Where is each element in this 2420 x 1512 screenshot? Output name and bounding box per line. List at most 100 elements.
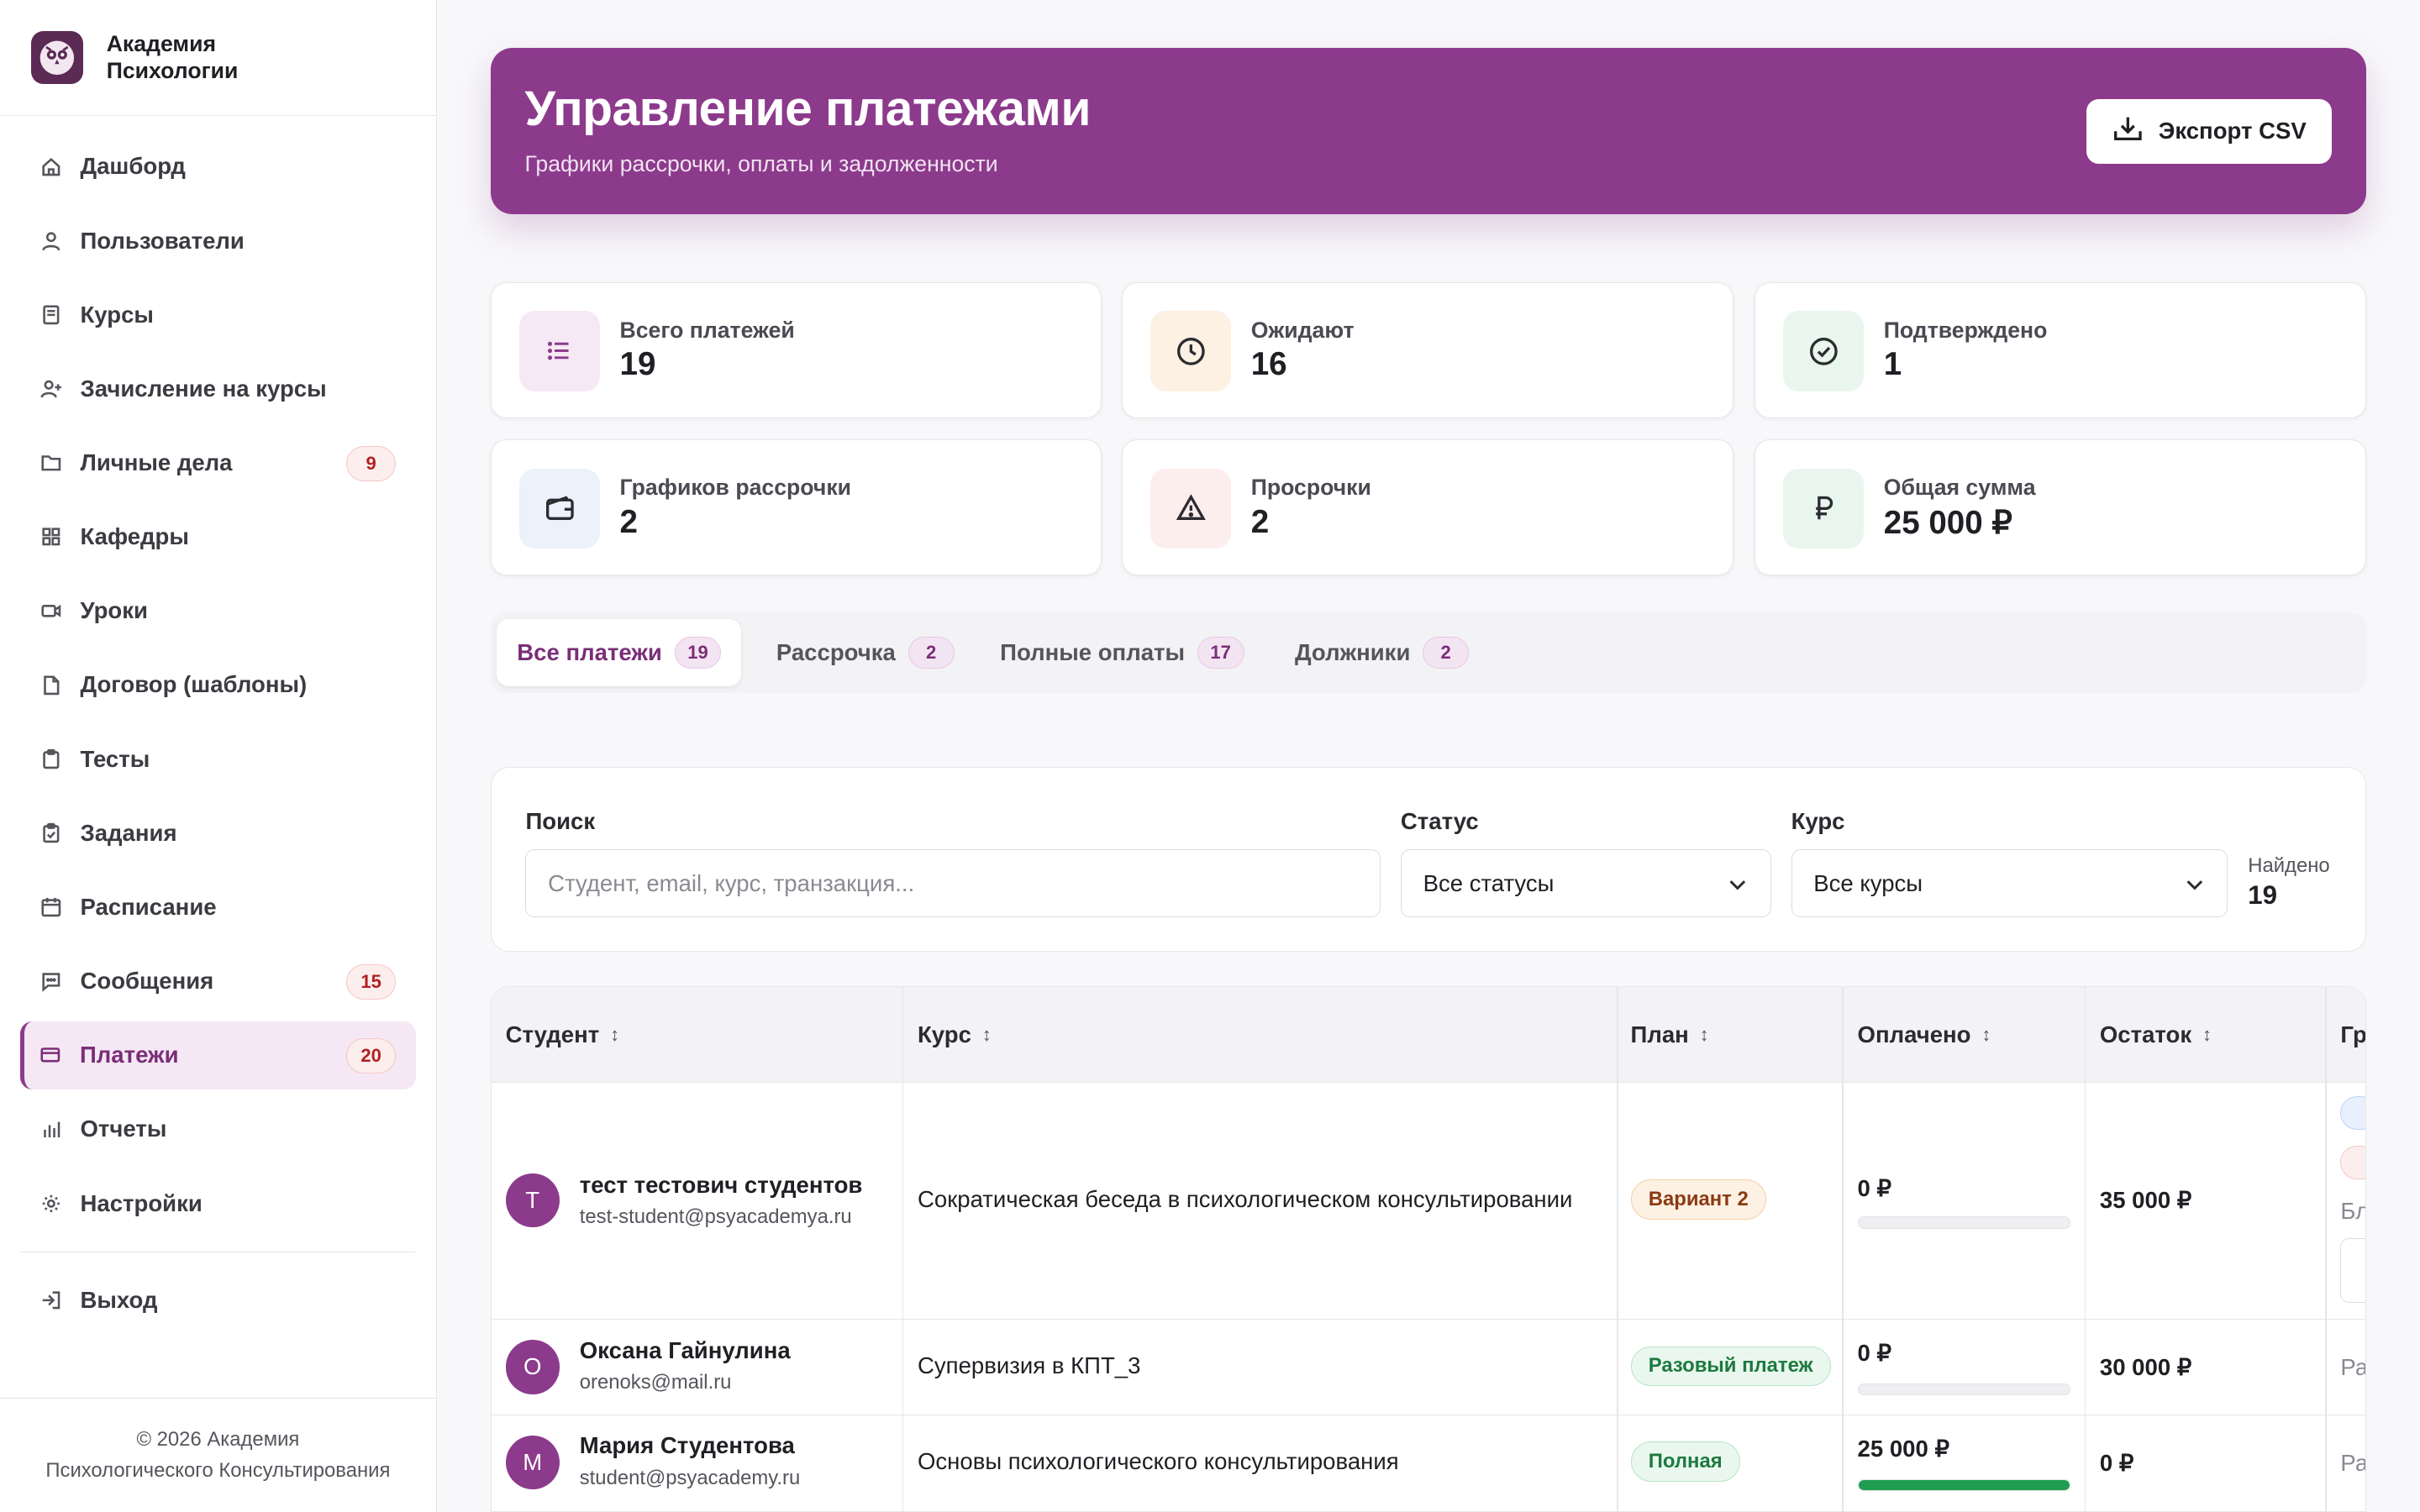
sidebar-item-reports[interactable]: Отчеты xyxy=(20,1095,416,1163)
sidebar-item-dashboard[interactable]: Дашборд xyxy=(20,133,416,201)
column-label: Оплачено xyxy=(1857,1021,1971,1047)
tab-count: 2 xyxy=(1423,636,1470,669)
course-select[interactable]: Все курсы xyxy=(1791,849,2228,917)
tab-installments[interactable]: Рассрочка 2 xyxy=(756,619,975,687)
sidebar-item-label: Отчеты xyxy=(80,1116,167,1142)
plan-badge: Разовый платеж xyxy=(1630,1346,1831,1387)
sidebar-item-users[interactable]: Пользователи xyxy=(20,207,416,275)
sidebar-item-tests[interactable]: Тесты xyxy=(20,725,416,793)
plan-badge: Вариант 2 xyxy=(1630,1179,1766,1220)
clipboard-icon xyxy=(40,748,62,770)
column-label: Гр xyxy=(2340,1021,2366,1047)
paid-progress-bar xyxy=(1857,1478,2070,1492)
sidebar-item-label: Зачисление на курсы xyxy=(80,375,327,402)
plan-badge: Полная xyxy=(1630,1441,1740,1483)
paid-amount: 0 ₽ xyxy=(1857,1340,1892,1367)
column-header-balance[interactable]: Остаток ↕ xyxy=(2086,987,2212,1083)
sidebar-item-label: Расписание xyxy=(80,893,217,920)
tab-label: Рассрочка xyxy=(776,638,896,665)
download-icon xyxy=(2112,114,2144,148)
brand[interactable]: Академия Психологии xyxy=(0,0,436,116)
paid-progress-fill xyxy=(1858,1479,2070,1491)
sidebar-item-settings[interactable]: Настройки xyxy=(20,1169,416,1237)
clock-icon xyxy=(1150,311,1231,391)
table-row[interactable]: М Мария Студентова student@psyacademy.ru… xyxy=(492,1415,2365,1511)
course-name: Супервизия в КПТ_3 xyxy=(917,1352,1141,1378)
folder-icon xyxy=(40,452,62,474)
table-row[interactable]: О Оксана Гайнулина orenoks@mail.ru Супер… xyxy=(492,1320,2365,1416)
sidebar-item-label: Кафедры xyxy=(80,523,189,550)
tab-debtors[interactable]: Должники 2 xyxy=(1275,619,1489,687)
schedule-badge xyxy=(2340,1145,2365,1180)
user-plus-icon xyxy=(40,378,62,400)
chevron-down-icon xyxy=(1727,874,1749,901)
paid-progress-bar xyxy=(1857,1216,2070,1229)
credit-card-icon xyxy=(39,1044,61,1066)
stat-card-total: Всего платежей 19 xyxy=(491,282,1102,418)
sidebar-item-schedule[interactable]: Расписание xyxy=(20,874,416,942)
count-badge: 15 xyxy=(346,963,397,1000)
stat-label: Графиков рассрочки xyxy=(619,474,852,500)
stat-value: 1 xyxy=(1883,346,1902,383)
sidebar-item-personal-files[interactable]: Личные дела 9 xyxy=(20,429,416,497)
column-header-schedule[interactable]: Гр xyxy=(2327,987,2366,1083)
logout-button[interactable]: Выход xyxy=(20,1267,416,1335)
avatar: Т xyxy=(505,1173,560,1228)
found-count: 19 xyxy=(2248,879,2277,910)
sidebar-item-assignments[interactable]: Задания xyxy=(20,799,416,867)
course-label: Курс xyxy=(1791,807,1845,834)
sidebar-item-contract-templates[interactable]: Договор (шаблоны) xyxy=(20,651,416,719)
search-input[interactable]: Студент, email, курс, транзакция... xyxy=(525,849,1381,917)
sort-icon: ↕ xyxy=(1699,1023,1709,1045)
schedule-button[interactable] xyxy=(2340,1238,2365,1304)
sidebar-item-enrollment[interactable]: Зачисление на курсы xyxy=(20,354,416,423)
payment-tabs: Все платежи 19 Рассрочка 2 Полные оплаты… xyxy=(491,612,2366,693)
column-header-student[interactable]: Студент ↕ xyxy=(492,987,620,1083)
sort-icon: ↕ xyxy=(2202,1023,2212,1045)
stat-label: Всего платежей xyxy=(619,317,795,343)
tab-all-payments[interactable]: Все платежи 19 xyxy=(497,618,742,687)
filters-panel: Поиск Студент, email, курс, транзакция..… xyxy=(491,766,2366,953)
tab-full-payments[interactable]: Полные оплаты 17 xyxy=(980,619,1264,687)
tab-count: 17 xyxy=(1197,636,1244,669)
column-header-plan[interactable]: План ↕ xyxy=(1617,987,1709,1083)
academy-logo xyxy=(30,31,84,84)
stat-value: 16 xyxy=(1250,346,1287,383)
balance-amount: 0 ₽ xyxy=(2099,1449,2134,1476)
sidebar-item-payments[interactable]: Платежи 20 xyxy=(19,1021,416,1089)
status-select[interactable]: Все статусы xyxy=(1400,849,1771,917)
sidebar-item-departments[interactable]: Кафедры xyxy=(20,503,416,571)
avatar: М xyxy=(505,1436,560,1490)
bar-chart-icon xyxy=(40,1119,62,1141)
column-label: Студент xyxy=(505,1021,600,1047)
stat-label: Ожидают xyxy=(1250,317,1355,343)
table-row[interactable]: Т тест тестович студентов test-student@p… xyxy=(492,1083,2365,1320)
sidebar-item-label: Курсы xyxy=(80,301,154,328)
sort-icon: ↕ xyxy=(1981,1023,1991,1045)
sidebar-item-label: Договор (шаблоны) xyxy=(80,671,308,698)
message-icon xyxy=(40,970,62,992)
ruble-icon xyxy=(1783,468,1864,549)
search-label: Поиск xyxy=(525,807,596,834)
sidebar-item-courses[interactable]: Курсы xyxy=(20,281,416,349)
export-csv-button[interactable]: Экспорт CSV xyxy=(2086,98,2333,164)
footer-line2: Психологического Консультирования xyxy=(45,1459,391,1482)
stat-card-confirmed: Подтверждено 1 xyxy=(1754,282,2366,418)
list-icon xyxy=(519,311,600,391)
sidebar-item-lessons[interactable]: Уроки xyxy=(20,577,416,645)
sidebar-item-messages[interactable]: Сообщения 15 xyxy=(20,948,416,1016)
column-header-course[interactable]: Курс ↕ xyxy=(903,987,992,1083)
status-label: Статус xyxy=(1400,807,1479,834)
check-circle-icon xyxy=(1783,311,1864,391)
count-badge: 20 xyxy=(346,1038,397,1074)
student-name: тест тестович студентов xyxy=(579,1172,863,1199)
column-header-paid[interactable]: Оплачено ↕ xyxy=(1844,987,1991,1083)
stat-card-overdue: Просрочки 2 xyxy=(1122,439,1733,576)
course-value: Все курсы xyxy=(1813,869,1923,896)
brand-line2: Психологии xyxy=(106,58,239,84)
grid-icon xyxy=(40,526,62,548)
stat-card-pending: Ожидают 16 xyxy=(1122,282,1733,418)
logout-icon xyxy=(40,1289,62,1311)
stat-value: 25 000 ₽ xyxy=(1883,504,2012,541)
student-email: orenoks@mail.ru xyxy=(579,1370,732,1394)
